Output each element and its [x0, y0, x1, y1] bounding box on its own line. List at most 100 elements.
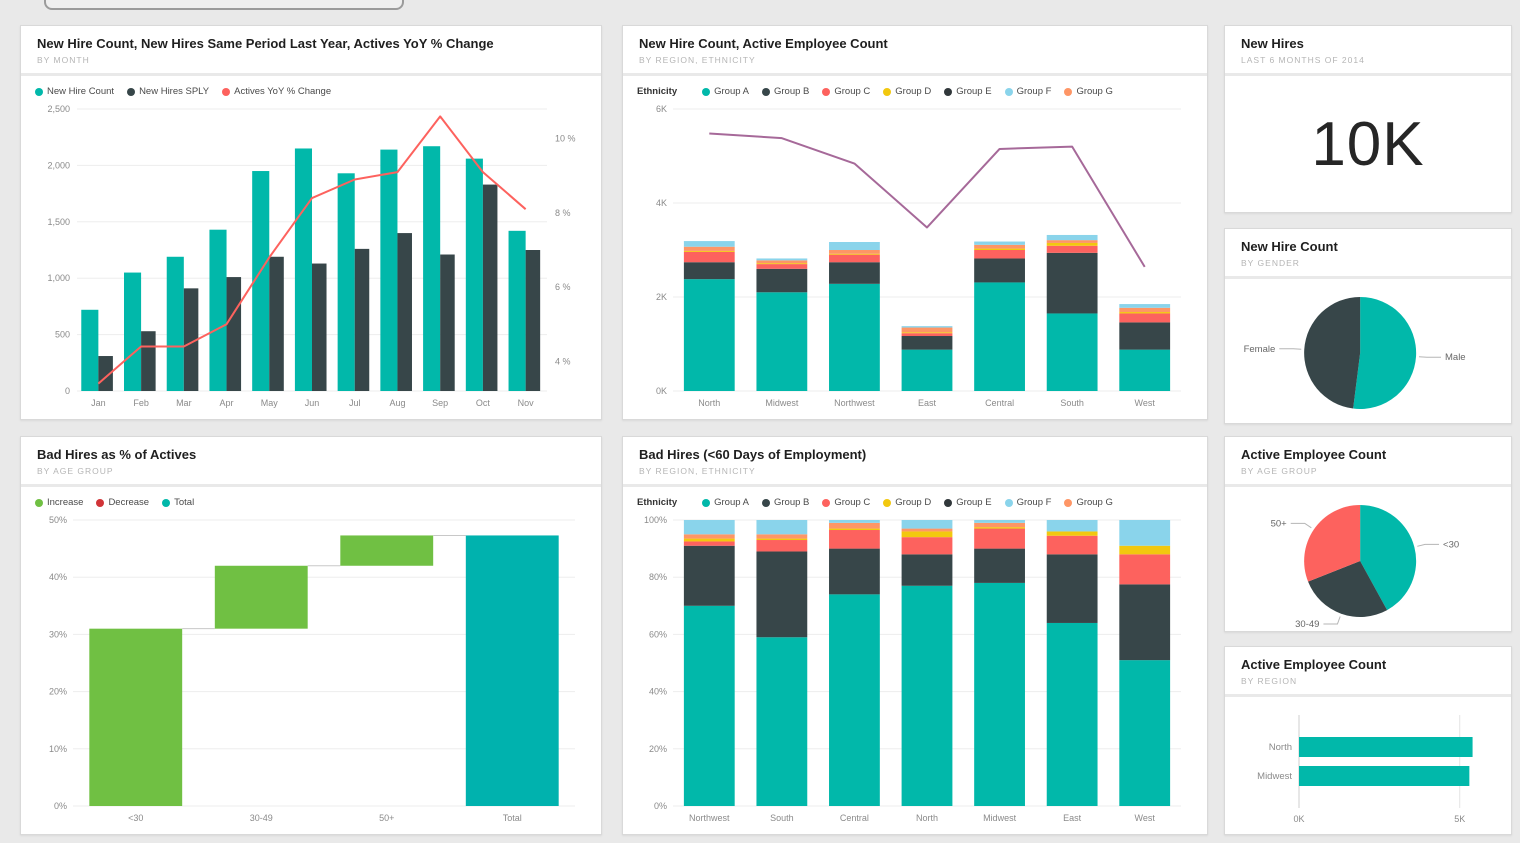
legend-item[interactable]: Group D [883, 497, 931, 508]
legend-item[interactable]: Group G [1064, 86, 1113, 97]
svg-text:50+: 50+ [379, 813, 394, 823]
legend-item[interactable]: Actives YoY % Change [222, 86, 331, 97]
tile-subtitle: BY REGION, ETHNICITY [639, 55, 756, 65]
legend-item[interactable]: Group B [761, 497, 809, 508]
svg-text:30-49: 30-49 [1295, 619, 1319, 627]
svg-text:Oct: Oct [476, 398, 491, 408]
region-bar-chart[interactable]: 0K 5K North Midwest [1237, 701, 1499, 830]
legend-item[interactable]: Group E [944, 497, 992, 508]
svg-text:East: East [918, 398, 937, 408]
svg-text:<30: <30 [128, 813, 143, 823]
legend-dot-icon [127, 87, 136, 96]
svg-text:0%: 0% [54, 801, 67, 811]
legend-item[interactable]: New Hires SPLY [127, 86, 209, 97]
legend-dot-icon [1064, 498, 1073, 507]
legend-title: Ethnicity [637, 497, 678, 508]
tile-active-by-region[interactable]: Active Employee Count BY REGION 0K 5K Nort… [1224, 646, 1512, 835]
svg-text:South: South [1060, 398, 1084, 408]
svg-text:Northwest: Northwest [834, 398, 875, 408]
legend-dot-icon [162, 498, 171, 507]
svg-text:Feb: Feb [133, 398, 149, 408]
svg-text:Jul: Jul [349, 398, 361, 408]
tile-subtitle: BY AGE GROUP [1241, 466, 1318, 476]
svg-text:80%: 80% [649, 572, 667, 582]
svg-text:30%: 30% [49, 629, 67, 639]
tile-title: Active Employee Count [1241, 447, 1387, 462]
tile-header: New Hire Count, New Hires Same Period La… [21, 26, 601, 76]
legend-dot-icon [1004, 498, 1013, 507]
svg-text:Jan: Jan [91, 398, 106, 408]
legend-item[interactable]: Total [162, 497, 194, 508]
tile-header: Active Employee Count BY REGION [1225, 647, 1511, 697]
svg-text:50%: 50% [49, 515, 67, 525]
svg-text:2K: 2K [656, 292, 667, 302]
svg-text:10%: 10% [49, 744, 67, 754]
dashboard-page: { "palette":{"teal":"#01B8AA","dark":"#3… [0, 0, 1520, 843]
legend-dot-icon [761, 498, 770, 507]
legend-item[interactable]: Group C [822, 497, 870, 508]
legend-item[interactable]: Group G [1064, 497, 1113, 508]
stacked-column-line-chart[interactable]: 0K 2K 4K 6K North Midwest Northwest East Central… [635, 97, 1195, 415]
tile-subtitle: LAST 6 MONTHS OF 2014 [1241, 55, 1365, 65]
age-pie-chart[interactable]: <30 30-49 50+ [1237, 491, 1499, 627]
legend: Increase Decrease Total [33, 491, 589, 508]
tile-header: New Hire Count, Active Employee Count BY… [623, 26, 1207, 76]
legend-dot-icon [822, 87, 831, 96]
tile-header: Bad Hires (<60 Days of Employment) BY RE… [623, 437, 1207, 487]
tile-newhire-active-by-region[interactable]: New Hire Count, Active Employee Count BY… [622, 25, 1208, 420]
legend-item[interactable]: Increase [35, 497, 83, 508]
legend-item[interactable]: Group F [1004, 86, 1051, 97]
svg-text:Aug: Aug [389, 398, 405, 408]
svg-text:Mar: Mar [176, 398, 192, 408]
tile-header: Bad Hires as % of Actives BY AGE GROUP [21, 437, 601, 487]
legend-item[interactable]: Group C [822, 86, 870, 97]
svg-text:6K: 6K [656, 104, 667, 114]
tile-title: Bad Hires (<60 Days of Employment) [639, 447, 867, 462]
combo-chart[interactable]: 0 500 1,000 1,500 2,000 2,500 4 % 6 % 8 % 10 % Jan… [33, 97, 589, 415]
scrollbar-fragment[interactable] [44, 0, 404, 10]
svg-text:40%: 40% [49, 572, 67, 582]
legend-dot-icon [702, 498, 711, 507]
svg-text:Sep: Sep [432, 398, 448, 408]
legend: Ethnicity Group A Group B Group C Group D Gro… [635, 80, 1195, 97]
legend-item[interactable]: Group A [702, 497, 749, 508]
tile-subtitle: BY REGION, ETHNICITY [639, 466, 756, 476]
tile-active-by-age[interactable]: Active Employee Count BY AGE GROUP <30 30… [1224, 436, 1512, 632]
svg-text:0%: 0% [654, 801, 667, 811]
legend-item[interactable]: Group F [1004, 497, 1051, 508]
legend-item[interactable]: Group D [883, 86, 931, 97]
tile-title: New Hire Count, Active Employee Count [639, 36, 888, 51]
tile-bad-hires-waterfall[interactable]: Bad Hires as % of Actives BY AGE GROUP I… [20, 436, 602, 835]
tile-title: New Hire Count, New Hires Same Period La… [37, 36, 494, 51]
svg-text:South: South [770, 813, 794, 823]
legend-dot-icon [822, 498, 831, 507]
legend-item[interactable]: Group B [761, 86, 809, 97]
tile-new-hires-kpi[interactable]: New Hires LAST 6 MONTHS OF 2014 10K [1224, 25, 1512, 213]
stacked-100-column-chart[interactable]: 0% 20% 40% 60% 80% 100% Northwest South Central N… [635, 508, 1195, 830]
svg-text:Midwest: Midwest [765, 398, 799, 408]
legend-item[interactable]: Decrease [96, 497, 149, 508]
gender-pie-chart[interactable]: Male Female [1237, 283, 1499, 419]
svg-text:20%: 20% [649, 744, 667, 754]
tile-subtitle: BY REGION [1241, 676, 1298, 686]
svg-text:2,000: 2,000 [47, 160, 70, 170]
svg-text:Central: Central [985, 398, 1014, 408]
legend-item[interactable]: Group A [702, 86, 749, 97]
tile-new-hire-combo[interactable]: New Hire Count, New Hires Same Period La… [20, 25, 602, 420]
tile-header: New Hire Count BY GENDER [1225, 229, 1511, 279]
legend-title: Ethnicity [637, 86, 678, 97]
svg-text:500: 500 [55, 330, 70, 340]
svg-text:0: 0 [65, 386, 70, 396]
waterfall-chart[interactable]: 0% 10% 20% 30% 40% 50% <30 30-49 50+ Total [33, 508, 589, 830]
legend-dot-icon [35, 498, 43, 507]
legend-dot-icon [883, 87, 892, 96]
svg-text:Northwest: Northwest [689, 813, 730, 823]
tile-title: New Hires [1241, 36, 1304, 51]
legend-item[interactable]: New Hire Count [35, 86, 114, 97]
tile-bad-hires-by-region[interactable]: Bad Hires (<60 Days of Employment) BY RE… [622, 436, 1208, 835]
tile-subtitle: BY MONTH [37, 55, 90, 65]
legend-dot-icon [1004, 87, 1013, 96]
legend: New Hire Count New Hires SPLY Actives YoY … [33, 80, 589, 97]
legend-item[interactable]: Group E [944, 86, 992, 97]
tile-newhire-by-gender[interactable]: New Hire Count BY GENDER Male Female [1224, 228, 1512, 424]
